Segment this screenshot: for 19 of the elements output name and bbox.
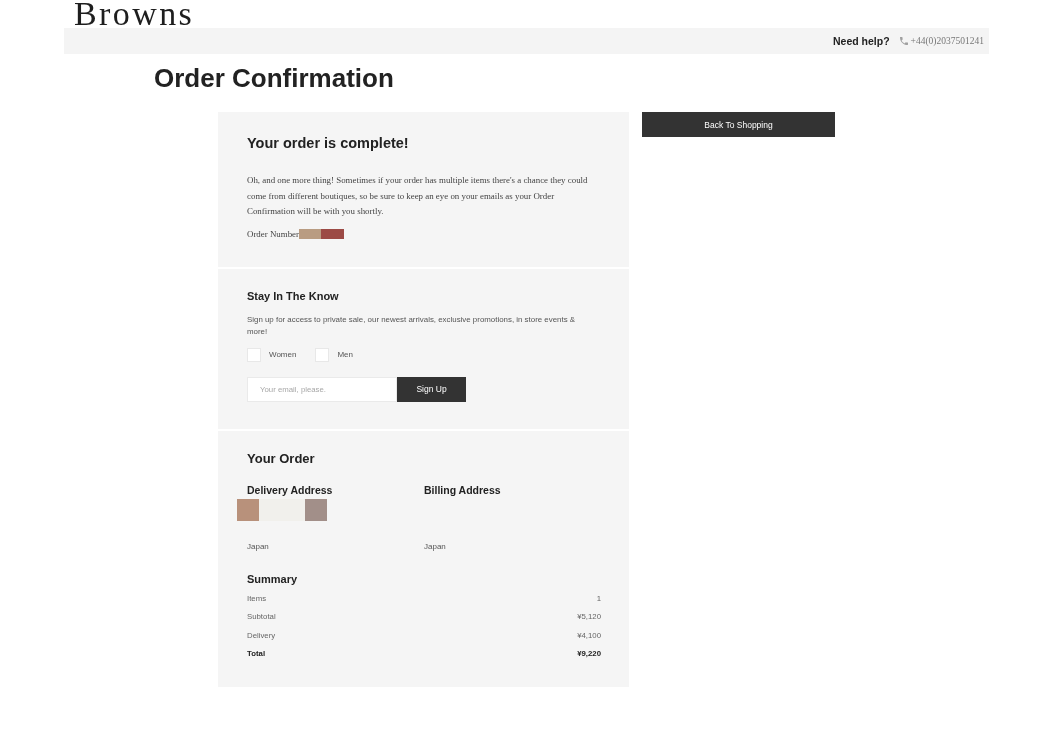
confirmation-message: Oh, and one more thing! Sometimes if your order has multiple items there's a chance they could come from different boutiques, so be sure to keep an eye on your emails as your Order Confirmation will be with you shortly. bbox=[247, 174, 589, 218]
order-number-label: Order Number bbox=[247, 228, 299, 239]
address-country: Japan bbox=[424, 540, 446, 553]
help-label: Need help? bbox=[832, 35, 890, 47]
brand-logo[interactable]: Browns bbox=[74, 0, 195, 28]
page-title: Order Confirmation bbox=[154, 63, 394, 93]
address-country: Japan bbox=[247, 540, 269, 553]
summary-title: Summary bbox=[247, 571, 298, 586]
order-title: Your Order bbox=[247, 450, 315, 467]
checkbox-label[interactable]: Men bbox=[337, 350, 353, 359]
newsletter-title: Stay In The Know bbox=[247, 288, 339, 303]
checkbox-label[interactable]: Women bbox=[269, 350, 297, 359]
phone-icon bbox=[899, 37, 908, 45]
back-to-shopping-button[interactable]: Back To Shopping bbox=[642, 112, 835, 137]
address-heading: Delivery Address bbox=[247, 482, 333, 497]
address-heading: Billing Address bbox=[424, 482, 501, 497]
sign-up-button[interactable]: Sign Up bbox=[397, 376, 466, 402]
phone-number[interactable]: +44(0)2037501241 bbox=[910, 36, 984, 46]
confirmation-title: Your order is complete! bbox=[247, 134, 409, 152]
